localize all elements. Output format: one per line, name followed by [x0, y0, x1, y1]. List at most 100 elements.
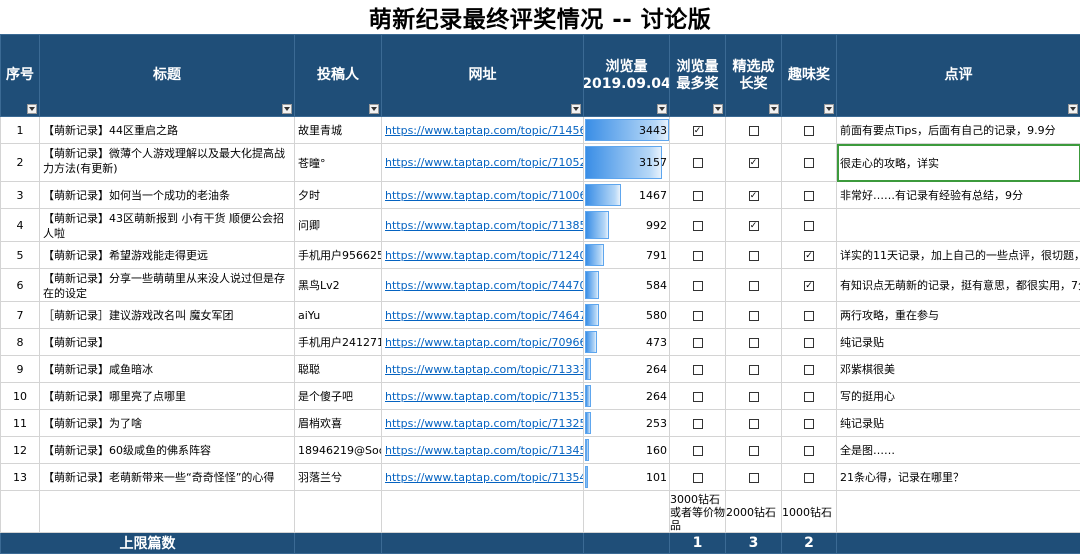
checkbox[interactable] — [804, 251, 814, 261]
url-link[interactable]: https://www.taptap.com/topic/7138510 — [385, 219, 584, 232]
cell-fun-award[interactable] — [782, 269, 837, 302]
cell-author[interactable]: 18946219@Social — [295, 437, 382, 464]
cell-best-award[interactable] — [726, 356, 782, 383]
cell-fun-award[interactable] — [782, 182, 837, 209]
url-link[interactable]: https://www.taptap.com/topic/7145663 — [385, 124, 584, 137]
cell-best-award[interactable] — [726, 410, 782, 437]
cell-index[interactable]: 3 — [1, 182, 40, 209]
footer-views-award-limit[interactable]: 1 — [670, 533, 726, 554]
cell-url[interactable]: https://www.taptap.com/topic/7145663 — [382, 117, 584, 144]
cell-index[interactable]: 4 — [1, 209, 40, 242]
cell-views[interactable]: 253 — [584, 410, 670, 437]
cell-best-award[interactable] — [726, 209, 782, 242]
cell-title[interactable]: 【萌新记录】分享一些萌萌里从来没人说过但是存在的设定 — [40, 269, 295, 302]
filter-dropdown-icon[interactable] — [657, 104, 667, 114]
cell-views[interactable]: 473 — [584, 329, 670, 356]
url-link[interactable]: https://www.taptap.com/topic/7096656 — [385, 336, 584, 349]
cell-views[interactable]: 3443 — [584, 117, 670, 144]
checkbox[interactable] — [693, 446, 703, 456]
cell-fun-award[interactable] — [782, 209, 837, 242]
filter-dropdown-icon[interactable] — [769, 104, 779, 114]
checkbox[interactable] — [804, 221, 814, 231]
cell-author[interactable]: 眉梢欢喜 — [295, 410, 382, 437]
cell-author[interactable]: 问卿 — [295, 209, 382, 242]
checkbox[interactable] — [693, 392, 703, 402]
cell-author[interactable]: 是个傻子吧 — [295, 383, 382, 410]
cell-fun-award[interactable] — [782, 383, 837, 410]
cell-comment[interactable]: 非常好……有记录有经验有总结，9分 — [837, 182, 1080, 209]
url-link[interactable]: https://www.taptap.com/topic/7105203 — [385, 156, 584, 169]
cell-fun-award[interactable] — [782, 242, 837, 269]
cell-url[interactable]: https://www.taptap.com/topic/7134586 — [382, 437, 584, 464]
url-link[interactable]: https://www.taptap.com/topic/7135439 — [385, 471, 584, 484]
cell-url[interactable]: https://www.taptap.com/topic/7096656 — [382, 329, 584, 356]
cell-best-award[interactable] — [726, 269, 782, 302]
cell-author[interactable]: 手机用户24127170 — [295, 329, 382, 356]
cell-best-award[interactable] — [726, 383, 782, 410]
cell-views[interactable]: 791 — [584, 242, 670, 269]
cell-views-award[interactable] — [670, 410, 726, 437]
url-link[interactable]: https://www.taptap.com/topic/7124061 — [385, 249, 584, 262]
cell-views[interactable]: 264 — [584, 383, 670, 410]
checkbox[interactable] — [804, 281, 814, 291]
cell-author[interactable]: 羽落兰兮 — [295, 464, 382, 491]
cell-views-award[interactable] — [670, 356, 726, 383]
filter-dropdown-icon[interactable] — [282, 104, 292, 114]
checkbox[interactable] — [804, 338, 814, 348]
checkbox[interactable] — [749, 191, 759, 201]
cell-title[interactable]: 【萌新记录】咸鱼暗冰 — [40, 356, 295, 383]
cell-views[interactable]: 264 — [584, 356, 670, 383]
filter-dropdown-icon[interactable] — [27, 104, 37, 114]
table-row[interactable]: 7［萌新记录］建议游戏改名叫 魔女军团aiYuhttps://www.tapta… — [1, 302, 1080, 329]
checkbox[interactable] — [749, 158, 759, 168]
checkbox[interactable] — [804, 126, 814, 136]
cell-best-award[interactable] — [726, 302, 782, 329]
checkbox[interactable] — [693, 221, 703, 231]
cell-comment[interactable]: 纯记录贴 — [837, 329, 1080, 356]
cell-views[interactable]: 101 — [584, 464, 670, 491]
table-row[interactable]: 1【萌新记录】44区重启之路故里青城https://www.taptap.com… — [1, 117, 1080, 144]
table-row[interactable]: 11【萌新记录】为了啥眉梢欢喜https://www.taptap.com/to… — [1, 410, 1080, 437]
cell-views-award[interactable] — [670, 144, 726, 182]
filter-dropdown-icon[interactable] — [1068, 104, 1078, 114]
prize-best-award[interactable]: 2000钻石 — [726, 491, 782, 533]
table-row[interactable]: 2【萌新记录】微薄个人游戏理解以及最大化提高战力方法(有更新)苍曈°https:… — [1, 144, 1080, 182]
checkbox[interactable] — [693, 338, 703, 348]
cell-views-award[interactable] — [670, 329, 726, 356]
cell-url[interactable]: https://www.taptap.com/topic/7100628 — [382, 182, 584, 209]
cell-title[interactable]: 【萌新记录】哪里亮了点哪里 — [40, 383, 295, 410]
table-row[interactable]: 6【萌新记录】分享一些萌萌里从来没人说过但是存在的设定黑鸟Lv2https://… — [1, 269, 1080, 302]
cell-title[interactable]: 【萌新记录】 — [40, 329, 295, 356]
cell-fun-award[interactable] — [782, 329, 837, 356]
checkbox[interactable] — [749, 338, 759, 348]
cell-title[interactable]: 【萌新记录】60级咸鱼的佛系阵容 — [40, 437, 295, 464]
url-link[interactable]: https://www.taptap.com/topic/7447080 — [385, 279, 584, 292]
checkbox[interactable] — [749, 365, 759, 375]
cell-comment[interactable]: 纯记录贴 — [837, 410, 1080, 437]
cell-author[interactable]: 聪聪 — [295, 356, 382, 383]
cell-url[interactable]: https://www.taptap.com/topic/7447080 — [382, 269, 584, 302]
cell-views[interactable]: 1467 — [584, 182, 670, 209]
checkbox[interactable] — [749, 126, 759, 136]
url-link[interactable]: https://www.taptap.com/topic/7134586 — [385, 444, 584, 457]
cell-url[interactable]: https://www.taptap.com/topic/7464745 — [382, 302, 584, 329]
cell-views[interactable]: 580 — [584, 302, 670, 329]
cell-best-award[interactable] — [726, 182, 782, 209]
cell-fun-award[interactable] — [782, 144, 837, 182]
checkbox[interactable] — [749, 473, 759, 483]
checkbox[interactable] — [749, 311, 759, 321]
cell-comment[interactable]: 两行攻略，重在参与 — [837, 302, 1080, 329]
checkbox[interactable] — [804, 191, 814, 201]
cell-best-award[interactable] — [726, 242, 782, 269]
cell-views-award[interactable] — [670, 383, 726, 410]
checkbox[interactable] — [804, 158, 814, 168]
checkbox[interactable] — [749, 419, 759, 429]
checkbox[interactable] — [749, 281, 759, 291]
table-row[interactable]: 3【萌新记录】如何当一个成功的老油条夕时https://www.taptap.c… — [1, 182, 1080, 209]
cell-url[interactable]: https://www.taptap.com/topic/7132513 — [382, 410, 584, 437]
cell-comment[interactable]: 很走心的攻略，详实 — [837, 144, 1080, 182]
cell-title[interactable]: 【萌新记录】微薄个人游戏理解以及最大化提高战力方法(有更新) — [40, 144, 295, 182]
checkbox[interactable] — [749, 251, 759, 261]
cell-fun-award[interactable] — [782, 410, 837, 437]
prize-fun-award[interactable]: 1000钻石 — [782, 491, 837, 533]
